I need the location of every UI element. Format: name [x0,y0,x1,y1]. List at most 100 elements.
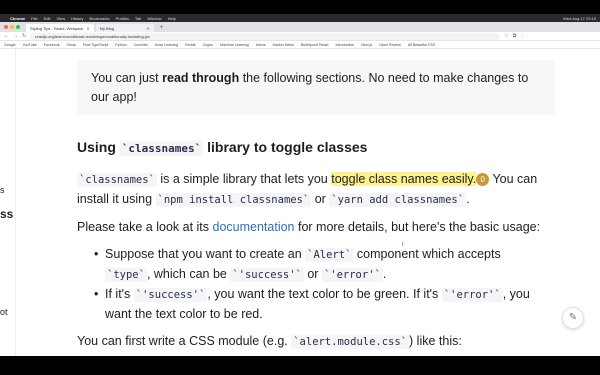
note-text: You can just [91,71,163,85]
inline-code: `'success'` [230,268,304,282]
clock[interactable]: Wed Aug 17 23:10 [563,16,596,21]
paragraph-intro: `classnames` is a simple library that le… [77,170,557,210]
list-item: Suppose that you want to create an `Aler… [94,245,545,285]
documentation-link[interactable]: documentation [213,220,295,234]
bookmark-item[interactable]: Python [115,43,126,47]
tab-label: My Blog [99,25,115,31]
maximize-window-icon[interactable] [16,25,20,29]
star-icon[interactable]: ☆ [504,33,508,39]
page-viewport: s ss ot You can just read through the fo… [0,49,600,356]
inline-code: `type` [105,268,147,282]
bookmark-item[interactable]: Facebook [44,43,60,47]
tab-styling-tips[interactable]: Styling Tips - React, Webpack ✕ [26,24,94,32]
menu-bar: Chrome File Edit View History Bookmarks … [0,14,600,22]
menu-tab[interactable]: Tab [135,16,141,21]
inline-code: `'error'` [441,288,503,302]
bookmark-item[interactable]: Hacker News [273,43,294,47]
close-tab-icon[interactable]: ✕ [146,26,149,31]
address-bar: ← → ↻ reactjs.org/learn/conditional-rend… [0,32,600,41]
menu-bookmarks[interactable]: Bookmarks [90,16,110,21]
pencil-icon[interactable]: ✎ [562,307,584,329]
paragraph-css-module: You can first write a CSS module (e.g. `… [77,332,557,352]
bookmark-item[interactable]: All Beautiful CSS [408,43,435,47]
menu-status-area: Wed Aug 17 23:10 [563,16,596,21]
text: is a simple library that lets you [156,172,332,186]
inline-code: `npm install classnames` [155,193,312,207]
close-tab-icon[interactable]: ✕ [86,26,89,31]
menu-file[interactable]: File [31,16,37,21]
inline-code: `Alert` [305,248,354,262]
text: or [303,267,322,281]
text: . [382,267,387,281]
text: Suppose that you want to create an [105,247,306,261]
annotation-badge[interactable]: 0 [476,173,490,187]
info-note: You can just read through the following … [77,60,555,115]
menu-dots-icon[interactable]: ⋮ [520,33,525,39]
text: If it's [105,287,134,301]
menu-help[interactable]: Help [168,16,176,21]
menu-history[interactable]: History [71,16,83,21]
tab-my-blog[interactable]: My Blog ✕ [95,24,154,32]
highlighted-text: toggle class names easily. [331,172,477,186]
text: You can first write a CSS module (e.g. [77,334,292,348]
heading-code: `classnames` [119,141,204,156]
text: , you want the text color to be green. I… [207,287,442,301]
forward-icon[interactable]: → [13,33,18,39]
reload-icon[interactable]: ↻ [22,33,26,39]
bookmark-item[interactable]: Bulletproof React [301,43,329,47]
menu-profiles[interactable]: Profiles [116,16,129,21]
bookmark-item[interactable]: Aliens [256,43,266,47]
screen: Chrome File Edit View History Bookmarks … [0,0,600,375]
tab-strip: Styling Tips - React, Webpack ✕ My Blog … [0,22,600,32]
sidebar-fragment[interactable]: ot [0,307,8,317]
note-bold: read through [162,71,240,85]
new-tab-icon[interactable]: + [156,24,168,32]
back-icon[interactable]: ← [4,33,9,39]
bookmark-item[interactable]: Introduction [335,43,354,47]
menu-view[interactable]: View [56,16,65,21]
bookmark-item[interactable]: ConvNet [134,43,148,47]
section-heading: Using `classnames` library to toggle cla… [77,139,368,156]
inline-code: `classnames` [77,173,157,187]
inline-code: `'error'` [321,268,383,282]
url-field[interactable]: reactjs.org/learn/conditional-rendering#… [30,32,501,40]
menu-edit[interactable]: Edit [44,16,51,21]
minimize-window-icon[interactable] [10,25,14,29]
text: Please take a look at its [77,220,213,234]
sidebar-fragment-active[interactable]: ss [0,207,13,221]
usage-list: Suppose that you want to create an `Aler… [94,245,545,324]
heading-text: Using [77,139,120,155]
sidebar-nav: s ss ot [0,49,16,356]
tab-label: Styling Tips - React, Webpack [30,25,84,31]
scrollbar[interactable] [590,49,597,356]
list-item: If it's `'success'`, you want the text c… [94,285,545,324]
menu-app[interactable]: Chrome [10,16,25,21]
bookmark-item[interactable]: Next.js [361,43,372,47]
text: or [311,192,330,206]
inline-code: `'success'` [133,288,208,302]
extensions-icon[interactable]: ⧉ [513,33,517,39]
bookmark-item[interactable]: Open Review [379,43,401,47]
inline-code: `alert.module.css` [291,335,410,349]
bookmark-item[interactable]: Gmail [67,43,76,47]
window-controls [4,25,20,29]
menu-window[interactable]: Window [147,16,161,21]
text: component which accepts [353,247,501,261]
bookmark-item[interactable]: Google [4,43,16,47]
paragraph-docs: Please take a look at its documentation … [77,218,557,237]
bookmark-item[interactable]: Crypto [203,43,214,47]
heading-text: library to toggle classes [203,139,368,155]
close-window-icon[interactable] [4,25,8,29]
text: . [466,192,470,206]
bookmark-item[interactable]: Machine Learning [220,43,249,47]
bookmark-item[interactable]: Flow TypeScript [83,43,109,47]
bookmark-item[interactable]: YouTube [23,43,37,47]
text: ) like this: [409,334,462,348]
bookmark-item[interactable]: Deep Learning [155,43,179,47]
url-text: reactjs.org/learn/conditional-rendering#… [35,33,150,39]
bookmark-item[interactable]: Reddit [185,43,195,47]
text: , which can be [146,267,231,281]
text: for more details, but here's the basic u… [294,220,541,234]
sidebar-fragment[interactable]: s [0,185,5,195]
bookmarks-bar: Google YouTube Facebook Gmail Flow TypeS… [0,41,600,49]
